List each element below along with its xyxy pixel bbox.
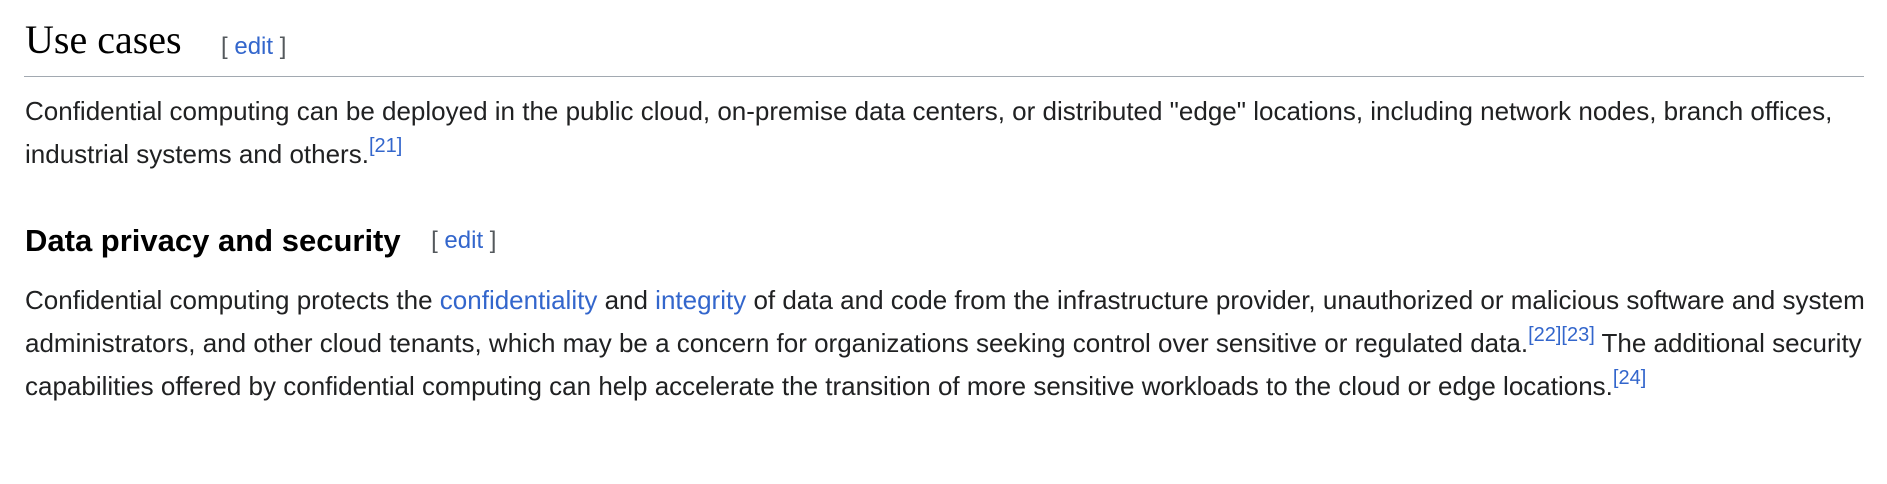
reference-link-22[interactable]: [22]	[1528, 324, 1561, 346]
section-title-data-privacy: Data privacy and security	[25, 223, 401, 258]
edit-bracket-open: [	[221, 33, 235, 60]
paragraph-use-cases: Confidential computing can be deployed i…	[25, 90, 1865, 176]
wiki-link-confidentiality[interactable]: confidentiality	[440, 285, 598, 315]
edit-link-use-cases[interactable]: edit	[234, 33, 273, 60]
wiki-link-integrity[interactable]: integrity	[655, 285, 746, 315]
article-content: Use cases [ edit ] Confidential computin…	[24, 0, 1865, 401]
edit-section-control: [ edit ]	[431, 227, 496, 255]
reference-superscript: [22][23]	[1528, 324, 1595, 346]
edit-bracket-open: [	[431, 227, 445, 254]
edit-bracket-close: ]	[273, 33, 287, 60]
paragraph-text: and	[597, 285, 656, 315]
reference-superscript: [21]	[369, 135, 402, 157]
edit-link-data-privacy[interactable]: edit	[444, 227, 483, 254]
paragraph-text: Confidential computing can be deployed i…	[25, 96, 1833, 169]
reference-link-23[interactable]: [23]	[1561, 324, 1594, 346]
reference-link-24[interactable]: [24]	[1613, 367, 1646, 389]
section-heading-use-cases: Use cases [ edit ]	[24, 0, 1864, 77]
reference-link-21[interactable]: [21]	[369, 135, 402, 157]
reference-superscript: [24]	[1613, 367, 1646, 389]
paragraph-data-privacy: Confidential computing protects the conf…	[25, 279, 1865, 408]
section-title-use-cases: Use cases	[25, 17, 182, 62]
paragraph-text: Confidential computing protects the	[25, 285, 440, 315]
section-heading-data-privacy: Data privacy and security [ edit ]	[25, 219, 496, 263]
edit-bracket-close: ]	[483, 227, 497, 254]
edit-section-control: [ edit ]	[221, 32, 286, 62]
